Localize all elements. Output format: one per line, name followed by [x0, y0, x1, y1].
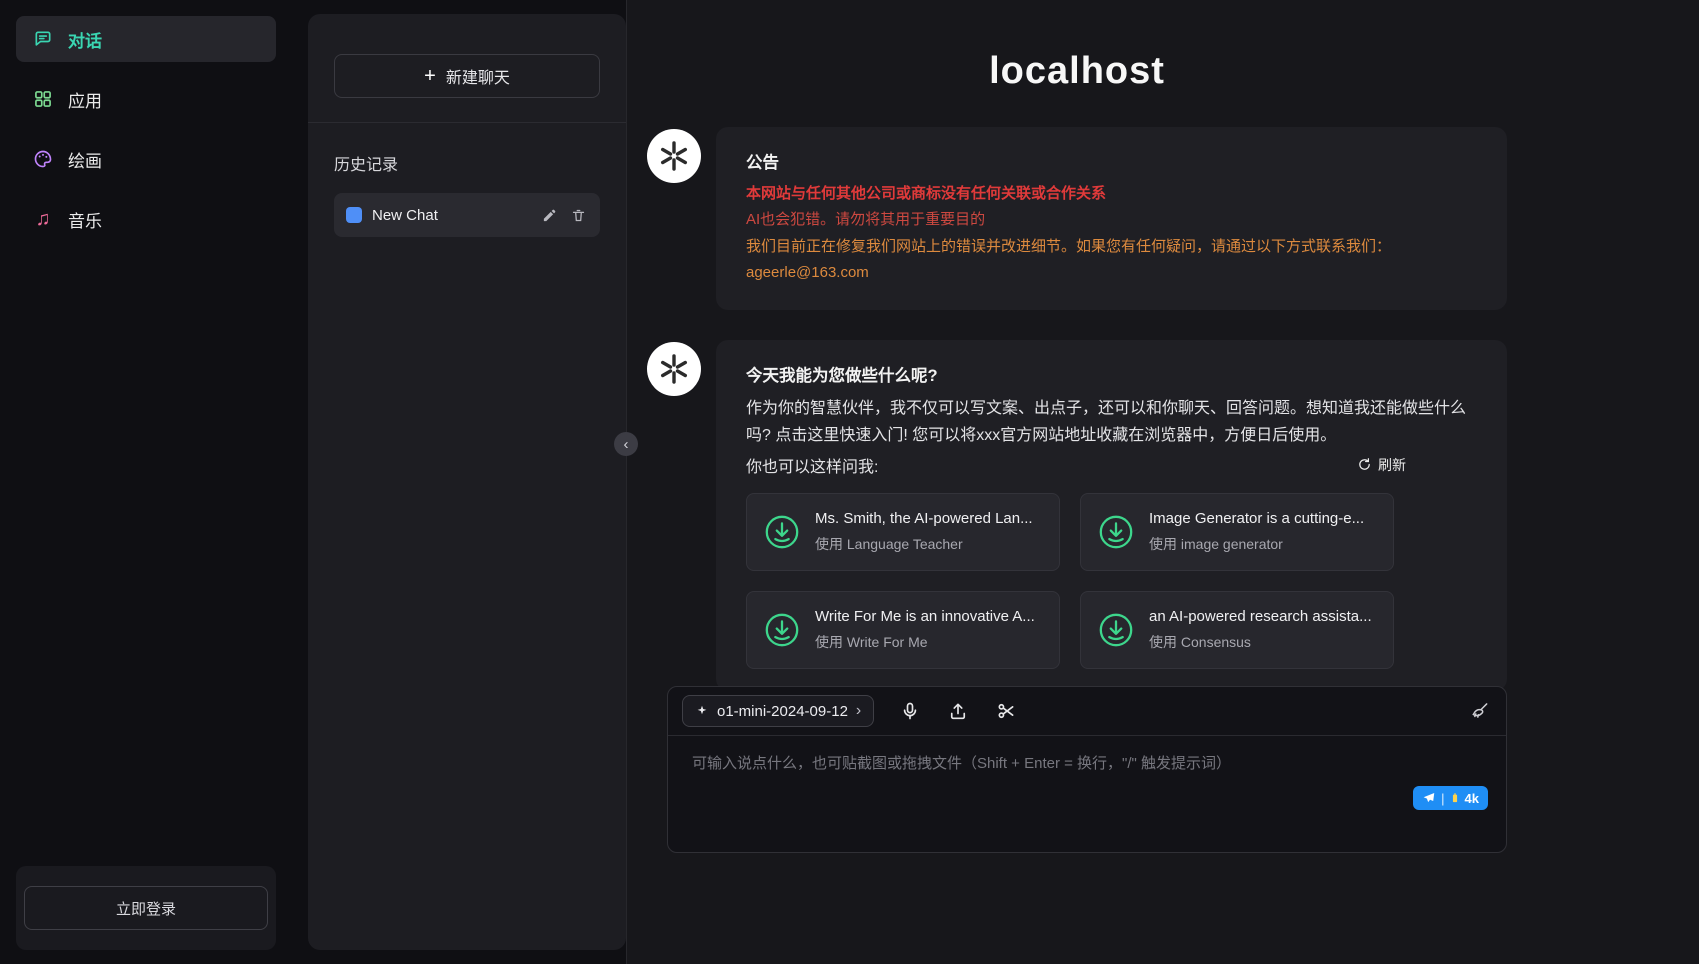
sidebar-item-drawing[interactable]: 绘画 [16, 136, 276, 182]
announcement-title: 公告 [746, 149, 1477, 173]
download-circle-icon [763, 513, 801, 551]
app-grid-icon [32, 88, 54, 110]
composer-body: | 4k [668, 736, 1506, 852]
upload-icon [948, 701, 968, 721]
greeting-bubble: 今天我能为您做些什么呢? 作为你的智慧伙伴，我不仅可以写文案、出点子，还可以和你… [716, 340, 1507, 691]
app-root: 对话 应用 绘画 [0, 0, 1699, 964]
badge-divider: | [1441, 791, 1444, 806]
send-button[interactable]: | 4k [1413, 786, 1488, 810]
new-chat-label: 新建聊天 [446, 64, 510, 88]
hint-row: 你也可以这样问我: 刷新 [746, 453, 1406, 477]
suggestion-card[interactable]: an AI-powered research assista... 使用 Con… [1080, 591, 1394, 669]
composer: o1-mini-2024-09-12 › [667, 686, 1507, 853]
suggestion-card[interactable]: Image Generator is a cutting-e... 使用 ima… [1080, 493, 1394, 571]
login-button[interactable]: 立即登录 [24, 886, 268, 930]
chat-item-icon [346, 207, 362, 223]
suggestion-subtitle: 使用 image generator [1149, 534, 1364, 554]
download-circle-icon [763, 611, 801, 649]
suggestion-title: an AI-powered research assista... [1149, 608, 1372, 625]
suggestion-subtitle: 使用 Consensus [1149, 632, 1372, 652]
message-announcement: 公告 本网站与任何其他公司或商标没有任何关联或合作关系 AI也会犯错。请勿将其用… [647, 127, 1507, 310]
edit-chat-button[interactable] [540, 206, 559, 225]
upload-button[interactable] [946, 699, 970, 723]
chevron-left-icon: ‹ [624, 436, 629, 453]
token-count: 4k [1465, 791, 1479, 806]
sidebar-item-label: 应用 [68, 87, 102, 112]
openai-logo-icon [657, 139, 691, 173]
delete-chat-button[interactable] [569, 206, 588, 225]
plus-icon: + [424, 65, 436, 88]
announcement-email[interactable]: ageerle@163.com [746, 262, 1477, 283]
openai-logo-icon [657, 352, 691, 386]
microphone-button[interactable] [898, 699, 922, 723]
model-label: o1-mini-2024-09-12 [717, 703, 848, 720]
refresh-label: 刷新 [1378, 455, 1406, 475]
collapse-panel-button[interactable]: ‹ [614, 432, 638, 456]
suggestion-title: Ms. Smith, the AI-powered Lan... [815, 510, 1033, 527]
music-note-icon: ♫ [32, 208, 54, 230]
refresh-icon [1357, 457, 1372, 472]
trash-icon [571, 208, 586, 223]
greeting-title: 今天我能为您做些什么呢? [746, 362, 1477, 386]
announcement-bubble: 公告 本网站与任何其他公司或商标没有任何关联或合作关系 AI也会犯错。请勿将其用… [716, 127, 1507, 310]
ask-hint: 你也可以这样问我: [746, 453, 878, 477]
login-panel: 立即登录 [16, 866, 276, 950]
suggestion-title: Write For Me is an innovative A... [815, 608, 1035, 625]
chat-list-panel: + 新建聊天 历史记录 New Chat [308, 14, 626, 950]
chat-item-title: New Chat [372, 207, 530, 224]
main-chat-area: localhost [626, 0, 1699, 964]
sidebar: 对话 应用 绘画 [0, 0, 292, 964]
chat-content: localhost [647, 0, 1507, 691]
scissors-button[interactable] [994, 699, 1018, 723]
palette-icon [32, 148, 54, 170]
sidebar-item-chat[interactable]: 对话 [16, 16, 276, 62]
pencil-icon [542, 208, 557, 223]
clear-context-button[interactable] [1468, 699, 1492, 723]
message-greeting: 今天我能为您做些什么呢? 作为你的智慧伙伴，我不仅可以写文案、出点子，还可以和你… [647, 340, 1507, 691]
sidebar-item-music[interactable]: ♫ 音乐 [16, 196, 276, 242]
announcement-line: 我们目前正在修复我们网站上的错误并改进细节。如果您有任何疑问，请通过以下方式联系… [746, 236, 1477, 257]
paper-plane-icon [1422, 791, 1436, 805]
sparkle-icon [695, 704, 709, 718]
suggestion-card[interactable]: Write For Me is an innovative A... 使用 Wr… [746, 591, 1060, 669]
suggestion-title: Image Generator is a cutting-e... [1149, 510, 1364, 527]
sidebar-item-label: 音乐 [68, 207, 102, 232]
assistant-avatar [647, 129, 701, 183]
download-circle-icon [1097, 611, 1135, 649]
suggestion-card[interactable]: Ms. Smith, the AI-powered Lan... 使用 Lang… [746, 493, 1060, 571]
suggestion-subtitle: 使用 Write For Me [815, 632, 1035, 652]
broom-icon [1470, 701, 1490, 721]
battery-icon [1450, 791, 1460, 805]
announcement-line: 本网站与任何其他公司或商标没有任何关联或合作关系 [746, 183, 1477, 204]
new-chat-button[interactable]: + 新建聊天 [334, 54, 600, 98]
microphone-icon [900, 701, 920, 721]
chat-history-item[interactable]: New Chat [334, 193, 600, 237]
message-input[interactable] [692, 752, 1482, 810]
greeting-body: 作为你的智慧伙伴，我不仅可以写文案、出点子，还可以和你聊天、回答问题。想知道我还… [746, 396, 1477, 449]
composer-toolbar: o1-mini-2024-09-12 › [668, 687, 1506, 736]
chevron-right-icon: › [856, 702, 861, 720]
page-title: localhost [647, 0, 1507, 127]
model-selector[interactable]: o1-mini-2024-09-12 › [682, 695, 874, 727]
sidebar-item-label: 对话 [68, 27, 102, 52]
chat-bubble-icon [32, 28, 54, 50]
suggestion-grid: Ms. Smith, the AI-powered Lan... 使用 Lang… [746, 493, 1406, 669]
assistant-avatar [647, 342, 701, 396]
scissors-icon [996, 701, 1016, 721]
sidebar-item-apps[interactable]: 应用 [16, 76, 276, 122]
panel-divider [308, 122, 626, 123]
download-circle-icon [1097, 513, 1135, 551]
announcement-line: AI也会犯错。请勿将其用于重要目的 [746, 209, 1477, 230]
refresh-suggestions-button[interactable]: 刷新 [1357, 455, 1406, 475]
sidebar-item-label: 绘画 [68, 147, 102, 172]
suggestion-subtitle: 使用 Language Teacher [815, 534, 1033, 554]
history-title: 历史记录 [334, 151, 600, 175]
